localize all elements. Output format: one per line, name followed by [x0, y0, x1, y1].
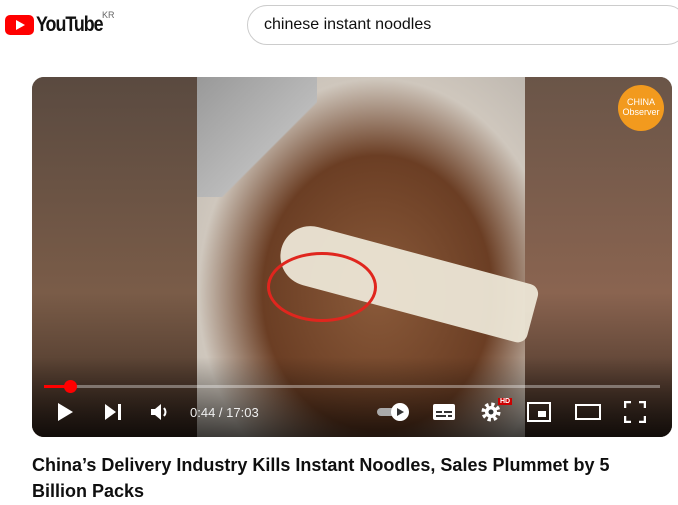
skip-next-icon	[105, 404, 121, 420]
fullscreen-button[interactable]	[624, 400, 646, 424]
theater-mode-button[interactable]	[575, 400, 601, 424]
youtube-logo[interactable]: YouTube	[5, 13, 114, 37]
search-input[interactable]: chinese instant noodles	[247, 5, 678, 45]
subtitles-icon	[433, 404, 455, 420]
channel-watermark[interactable]: CHINA Observer	[618, 85, 664, 131]
video-player[interactable]: CHINA Observer 0:44 / 17:03 HD	[32, 77, 672, 437]
time-display: 0:44 / 17:03	[190, 405, 259, 420]
progress-bar[interactable]	[44, 380, 660, 393]
region-code: KR	[102, 10, 115, 20]
autoplay-toggle-icon	[377, 403, 409, 421]
next-button[interactable]	[104, 400, 122, 424]
volume-icon	[151, 404, 167, 420]
autoplay-toggle[interactable]	[376, 400, 410, 424]
youtube-play-logo-icon	[5, 15, 34, 35]
lid	[197, 77, 317, 197]
miniplayer-icon	[527, 402, 551, 422]
subtitles-button[interactable]	[432, 400, 456, 424]
video-title: China’s Delivery Industry Kills Instant …	[32, 455, 610, 501]
theater-mode-icon	[575, 404, 601, 420]
mute-button[interactable]	[150, 400, 172, 424]
red-circle-annotation	[267, 252, 377, 322]
miniplayer-button[interactable]	[527, 400, 551, 424]
play-icon	[58, 403, 73, 421]
hd-badge: HD	[498, 398, 513, 405]
logo-text: YouTube	[36, 13, 104, 36]
play-button[interactable]	[56, 400, 74, 424]
controls-gradient	[32, 357, 672, 437]
fullscreen-icon	[624, 401, 646, 423]
